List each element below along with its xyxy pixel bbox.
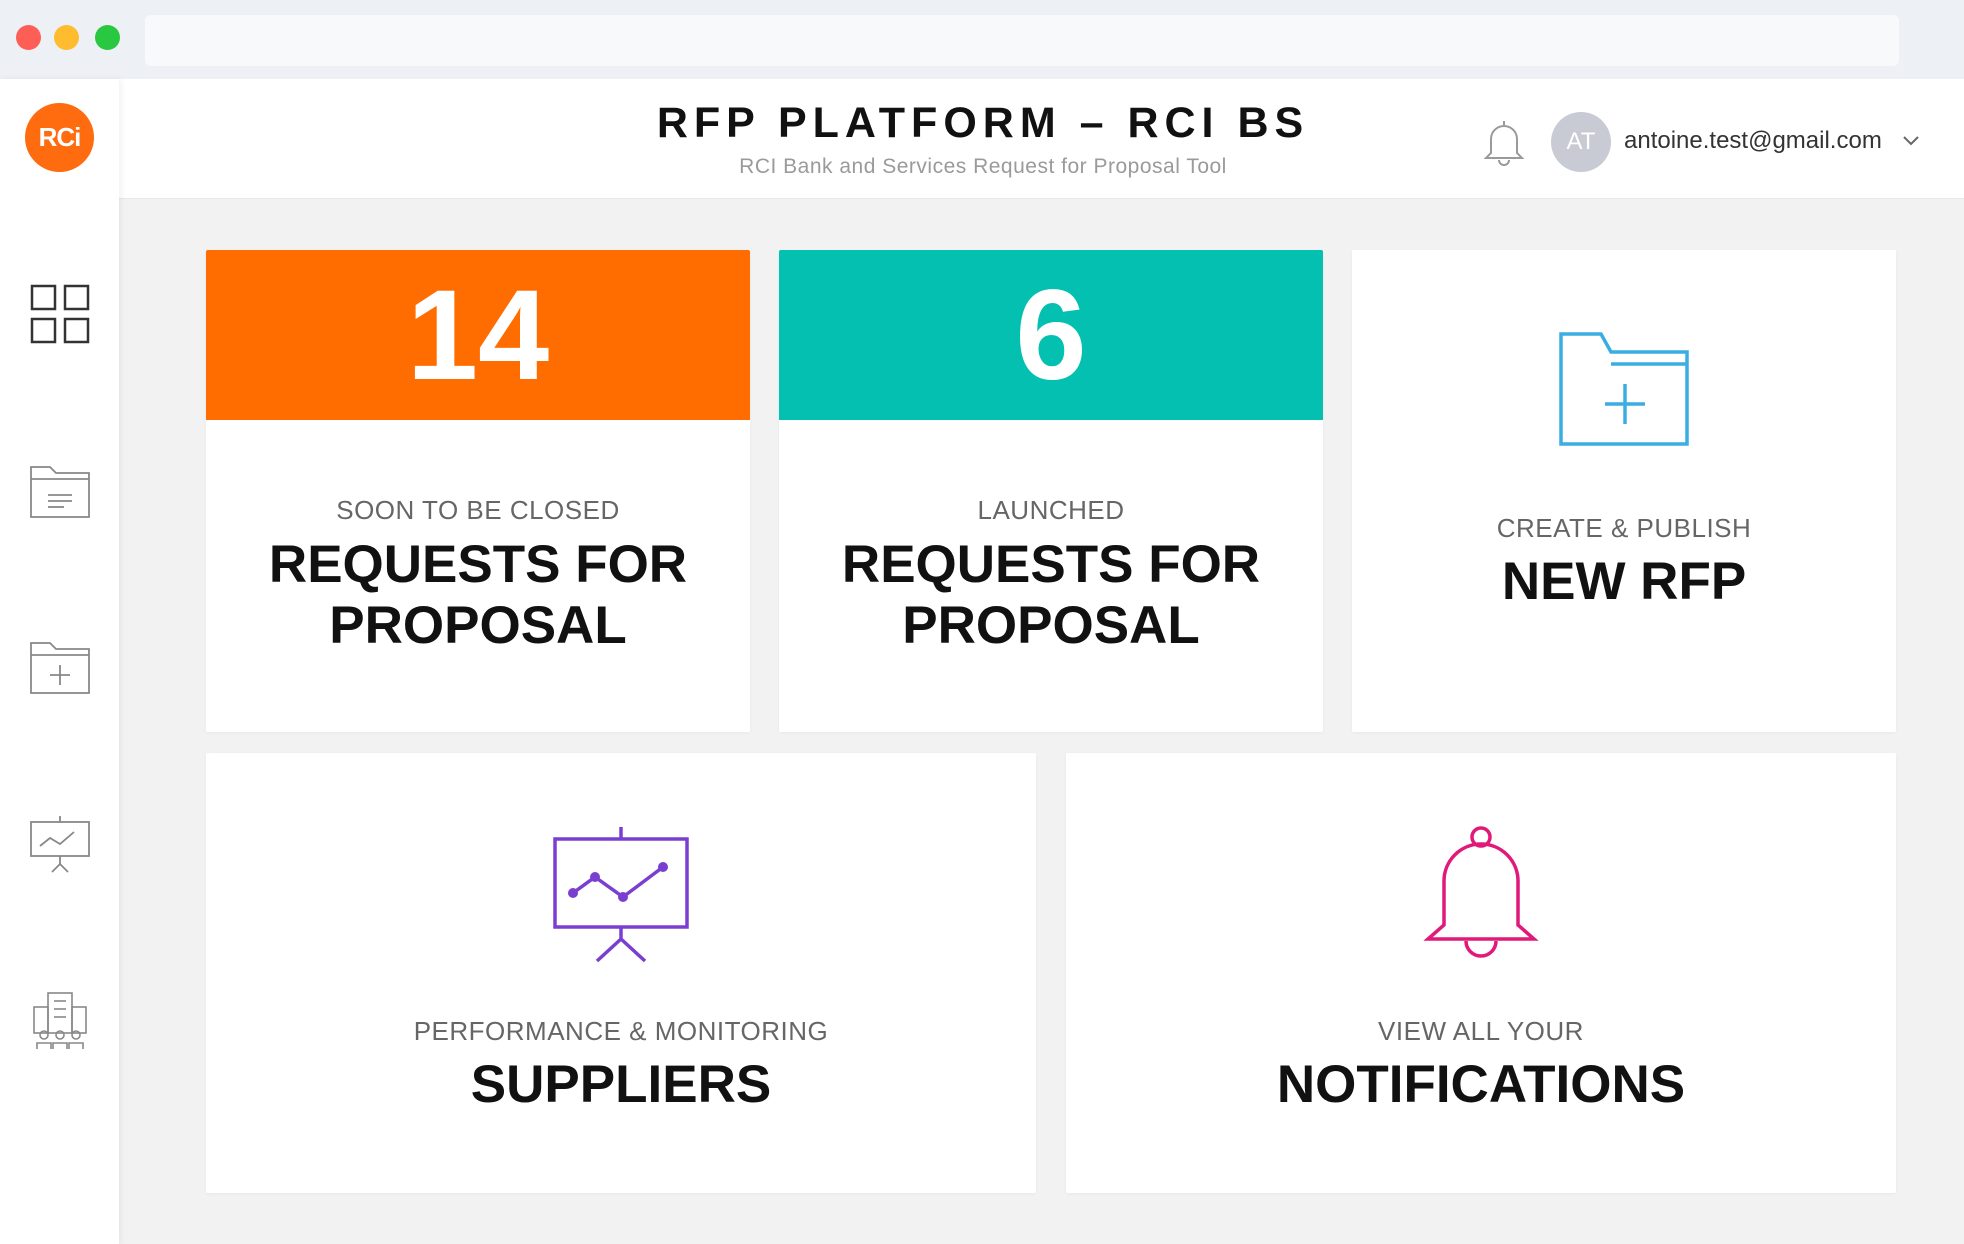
presentation-chart-icon (553, 827, 689, 963)
soon-to-close-subtitle: SOON TO BE CLOSED (336, 495, 620, 525)
launched-subtitle: LAUNCHED (977, 495, 1125, 525)
address-bar[interactable] (145, 15, 1899, 66)
launched-title-line1: REQUESTS FOR (841, 535, 1261, 594)
avatar[interactable]: AT (1551, 112, 1611, 172)
folder-document-icon (30, 466, 90, 518)
window-minimize-button[interactable] (54, 25, 79, 50)
card-soon-to-close[interactable]: 14 SOON TO BE CLOSED REQUESTS FOR PROPOS… (206, 250, 750, 732)
new-rfp-title: NEW RFP (1501, 552, 1747, 611)
sidebar: RCi (0, 79, 119, 1244)
card-launched[interactable]: 6 LAUNCHED REQUESTS FOR PROPOSAL (779, 250, 1323, 732)
folder-add-icon (1559, 332, 1689, 446)
card-suppliers[interactable]: PERFORMANCE & MONITORING SUPPLIERS (206, 753, 1036, 1193)
soon-to-close-count: 14 (206, 250, 750, 420)
rci-logo[interactable]: RCi (25, 103, 94, 172)
notifications-bell-icon[interactable] (1481, 117, 1527, 167)
browser-chrome (0, 0, 1964, 79)
window-close-button[interactable] (16, 25, 41, 50)
launched-count: 6 (779, 250, 1323, 420)
notifications-title: NOTIFICATIONS (1276, 1055, 1686, 1114)
sidebar-item-suppliers[interactable] (28, 812, 92, 876)
sidebar-item-dashboard[interactable] (28, 282, 92, 346)
new-rfp-subtitle: CREATE & PUBLISH (1496, 513, 1752, 543)
suppliers-title: SUPPLIERS (470, 1055, 772, 1114)
card-new-rfp[interactable]: CREATE & PUBLISH NEW RFP (1352, 250, 1896, 732)
app-header: RFP PLATFORM – RCI BS RCI Bank and Servi… (119, 79, 1964, 199)
buildings-people-icon (33, 992, 87, 1049)
soon-to-close-title-line2: PROPOSAL (329, 596, 627, 655)
folder-add-icon (30, 642, 90, 694)
launched-title-line2: PROPOSAL (902, 596, 1200, 655)
sidebar-item-new-rfp[interactable] (28, 635, 92, 699)
user-email[interactable]: antoine.test@gmail.com (1624, 127, 1882, 155)
sidebar-item-rfp-list[interactable] (28, 459, 92, 523)
window-maximize-button[interactable] (95, 25, 120, 50)
soon-to-close-title-line1: REQUESTS FOR (268, 535, 688, 594)
card-notifications[interactable]: VIEW ALL YOUR NOTIFICATIONS (1066, 753, 1896, 1193)
bell-icon (1423, 826, 1539, 958)
chevron-down-icon[interactable] (1901, 131, 1921, 151)
presentation-chart-icon (30, 816, 90, 873)
sidebar-item-organization[interactable] (28, 989, 92, 1053)
notifications-subtitle: VIEW ALL YOUR (1378, 1016, 1584, 1046)
dashboard-grid-icon (30, 284, 90, 344)
suppliers-subtitle: PERFORMANCE & MONITORING (413, 1016, 829, 1046)
